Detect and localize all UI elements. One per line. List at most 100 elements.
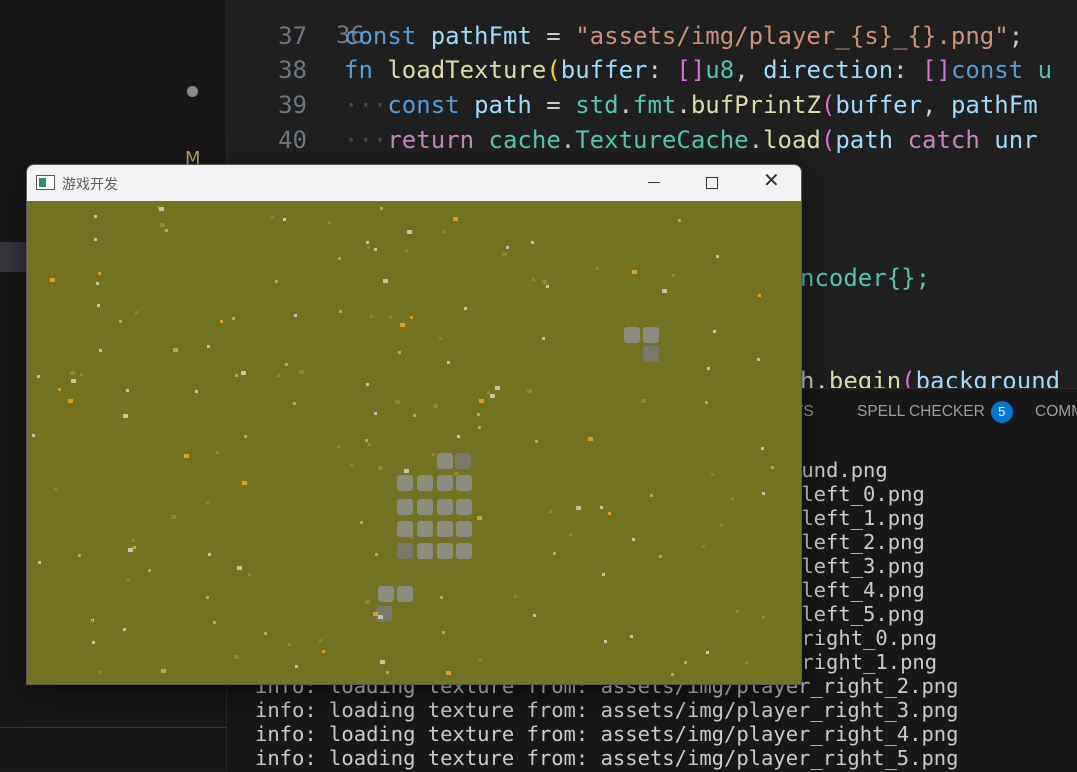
stone-tile-cluster — [376, 586, 416, 626]
type-name: u — [1037, 56, 1053, 84]
grass-tuft — [383, 279, 388, 283]
grass-tuft — [454, 472, 459, 476]
grass-tuft — [123, 628, 126, 631]
minimize-button[interactable] — [625, 165, 683, 201]
grass-tuft — [630, 635, 633, 638]
code-line-fragment: h.begin(background — [800, 364, 1060, 388]
grass-tuft — [442, 230, 445, 233]
tab-spell-checker[interactable]: SPELL CHECKER 5 — [857, 401, 1013, 423]
grass-tuft — [413, 414, 416, 417]
grass-tuft — [389, 316, 392, 319]
grass-tuft — [161, 669, 166, 673]
grass-tuft — [338, 257, 341, 260]
log-line: _left_2.png — [789, 530, 925, 554]
grass-tuft — [293, 402, 296, 405]
type-name: TextureCache — [575, 126, 749, 154]
log-line: _left_0.png — [789, 482, 925, 506]
game-canvas[interactable] — [27, 201, 801, 684]
argument: pathFm — [950, 91, 1038, 119]
grass-tuft — [90, 620, 93, 623]
grass-tuft — [94, 238, 97, 241]
grass-tuft — [220, 320, 223, 323]
grass-tuft — [716, 255, 719, 258]
maximize-button[interactable] — [683, 165, 741, 201]
line-number: 38 — [278, 56, 307, 84]
grass-tuft — [395, 400, 400, 404]
grass-tuft — [365, 439, 368, 442]
grass-tuft — [132, 539, 135, 542]
grass-tuft — [495, 386, 500, 390]
grass-tuft — [244, 435, 247, 438]
grass-tuft — [542, 337, 545, 340]
grass-tuft — [535, 440, 538, 443]
grass-tuft — [70, 371, 75, 375]
grass-tuft — [365, 600, 370, 604]
code-line: 40 ···return cache.TextureCache.load(path… — [227, 123, 1038, 158]
grass-tuft — [58, 388, 61, 391]
grass-tuft — [527, 389, 532, 393]
grass-tuft — [600, 506, 603, 509]
grass-tuft — [242, 481, 247, 485]
log-line: _right_1.png — [789, 650, 938, 674]
line-number: 37 — [278, 22, 307, 50]
game-window[interactable]: 游戏开发 ✕ — [26, 164, 802, 685]
keyword: const — [344, 22, 417, 50]
window-titlebar[interactable]: 游戏开发 ✕ — [27, 165, 801, 201]
sidebar-divider — [0, 727, 226, 728]
grass-tuft — [80, 373, 83, 376]
grass-tuft — [707, 367, 710, 370]
grass-tuft — [374, 248, 377, 251]
grass-tuft — [514, 595, 517, 598]
grass-tuft — [337, 445, 340, 448]
grass-tuft — [446, 671, 451, 675]
identifier: pathFmt — [430, 22, 532, 50]
argument: background — [915, 367, 1061, 388]
keyword: const — [950, 56, 1024, 84]
grass-tuft — [367, 246, 370, 249]
param-name: buffer — [560, 56, 648, 84]
grass-tuft — [678, 219, 681, 222]
param-name: direction — [763, 56, 894, 84]
type-name: ncoder{}; — [800, 264, 931, 292]
string-literal: "assets/img/player_{s}_{}.png" — [575, 22, 1009, 50]
grass-tuft — [38, 561, 41, 564]
grass-tuft — [487, 391, 490, 394]
selected-file-row[interactable] — [0, 242, 26, 272]
grass-tuft — [119, 320, 122, 323]
grass-tuft — [285, 363, 288, 366]
keyword: return — [387, 126, 475, 154]
grass-tuft — [596, 267, 599, 270]
namespace: cache — [488, 126, 561, 154]
grass-tuft — [99, 349, 102, 352]
grass-tuft — [440, 596, 443, 599]
grass-tuft — [553, 552, 556, 555]
tab-label: SPELL CHECKER — [857, 403, 985, 421]
argument: unr — [994, 126, 1038, 154]
grass-tuft — [380, 660, 385, 664]
log-line: info: loading texture from: assets/img/p… — [255, 722, 959, 746]
code-line: 37 const pathFmt = "assets/img/player_{s}… — [227, 19, 1023, 54]
grass-tuft — [757, 358, 760, 361]
grass-tuft — [366, 383, 369, 386]
grass-tuft — [94, 215, 97, 218]
grass-tuft — [32, 434, 35, 437]
grass-tuft — [546, 285, 549, 288]
grass-tuft — [173, 348, 178, 352]
grass-tuft — [662, 289, 667, 293]
close-button[interactable]: ✕ — [741, 165, 799, 201]
grass-tuft — [398, 351, 401, 354]
grass-tuft — [602, 573, 605, 576]
grass-tuft — [283, 218, 286, 221]
grass-tuft — [216, 451, 219, 454]
grass-tuft — [442, 631, 445, 634]
code-line: 39 ···const path = std.fmt.bufPrintZ(buff… — [227, 88, 1038, 123]
grass-tuft — [532, 278, 535, 281]
grass-tuft — [271, 216, 274, 219]
grass-tuft — [248, 573, 251, 576]
grass-tuft — [533, 614, 536, 617]
tab-comments[interactable]: COMM — [1035, 403, 1077, 421]
grass-tuft — [171, 515, 176, 519]
grass-tuft — [295, 665, 298, 668]
grass-tuft — [439, 337, 442, 340]
grass-tuft — [195, 390, 198, 393]
